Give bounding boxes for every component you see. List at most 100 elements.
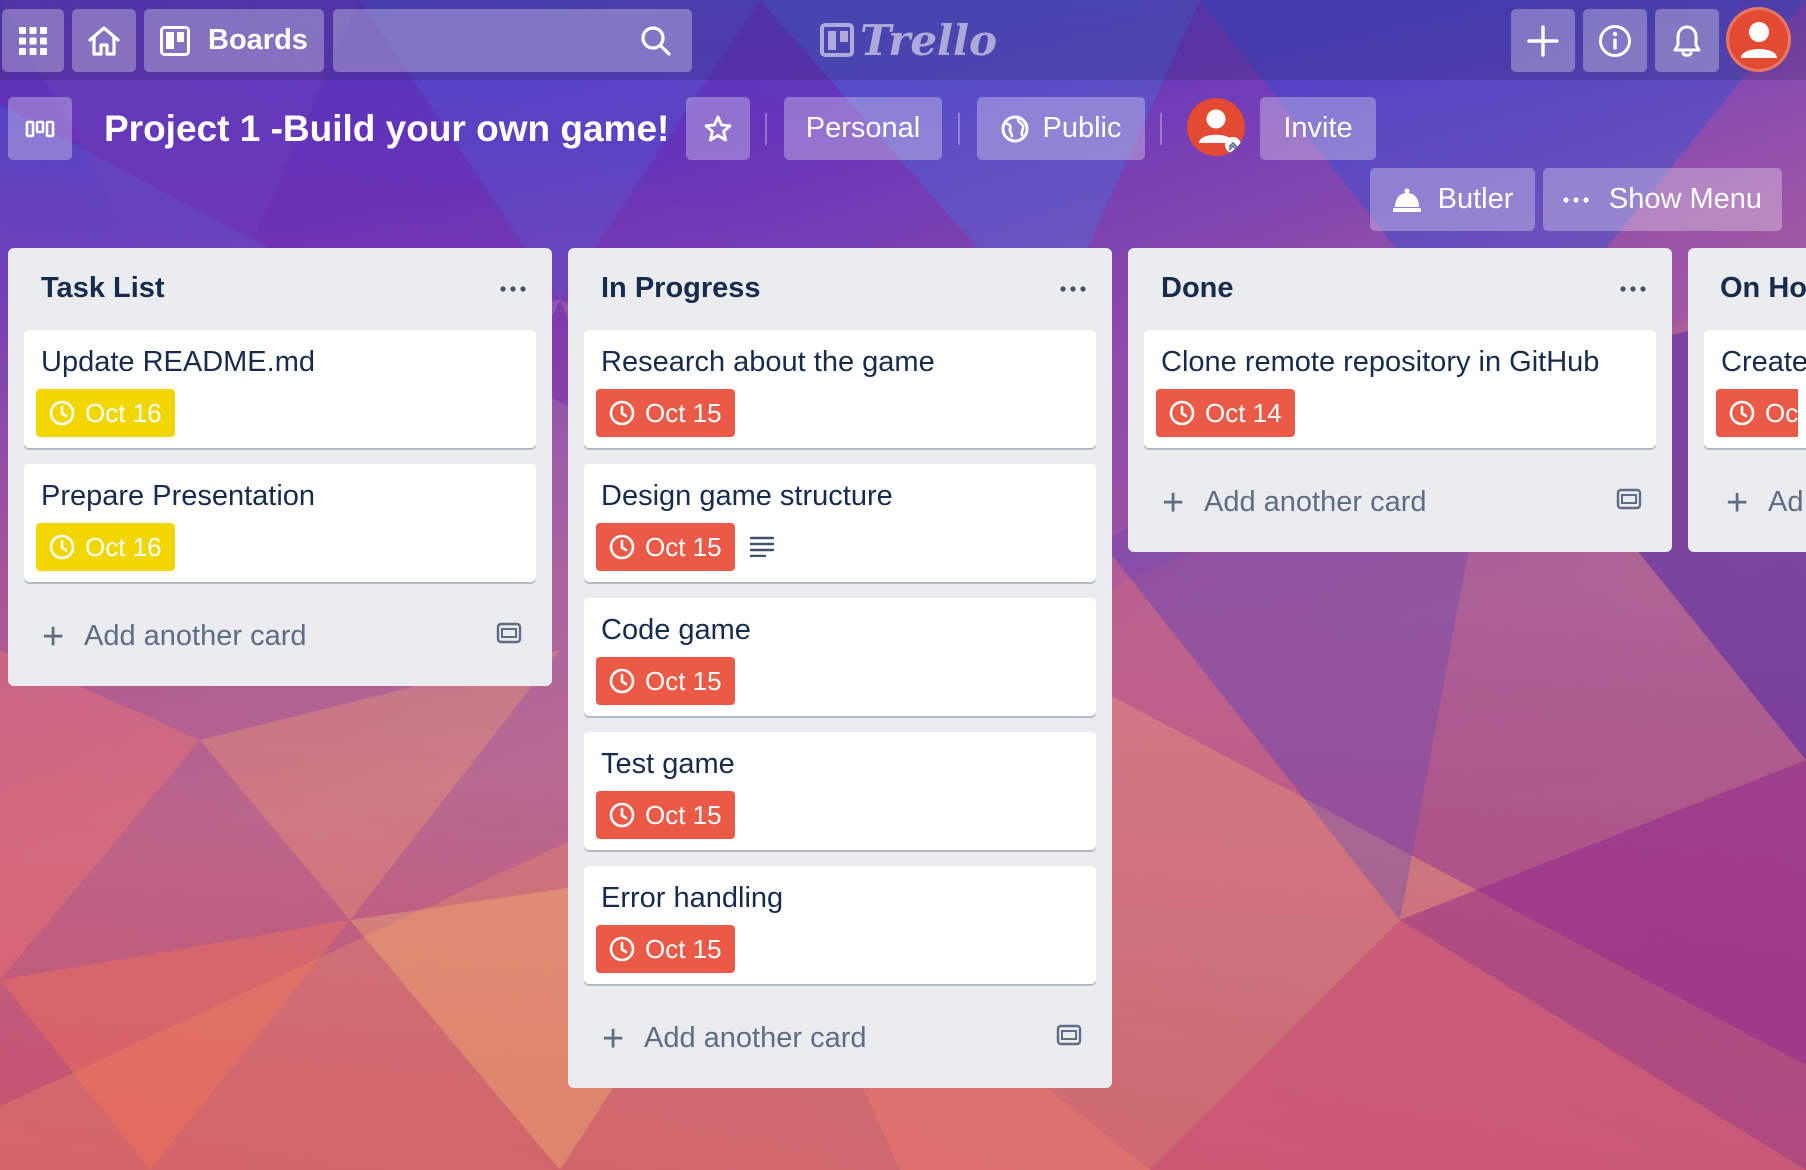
- list-title[interactable]: In Progress: [601, 272, 761, 305]
- list-header: On Ho: [1688, 248, 1806, 330]
- due-date-label: Oc: [1765, 397, 1799, 428]
- due-date-badge[interactable]: Oct 15: [596, 523, 735, 571]
- clock-icon: [609, 936, 635, 962]
- due-date-label: Oct 16: [85, 531, 162, 562]
- card-title: Test game: [601, 748, 735, 780]
- list-done: Done Clone remote repository in GitHub O…: [1128, 248, 1672, 552]
- due-date-label: Oct 15: [645, 933, 722, 964]
- list-title[interactable]: On Ho: [1720, 272, 1806, 305]
- due-date-badge[interactable]: Oct 16: [36, 389, 175, 437]
- clock-icon: [609, 400, 635, 426]
- info-button[interactable]: [1583, 9, 1647, 72]
- card[interactable]: Update README.md Oct 16: [24, 330, 536, 448]
- globe-icon: [1001, 115, 1028, 142]
- due-date-badge[interactable]: Oc: [1716, 389, 1799, 437]
- notifications-button[interactable]: [1655, 9, 1719, 72]
- user-avatar-icon: [1199, 109, 1241, 153]
- card[interactable]: Clone remote repository in GitHub Oct 14: [1144, 330, 1656, 448]
- plus-icon: +: [1726, 482, 1749, 524]
- add-card-label: Add another card: [84, 620, 307, 652]
- plus-icon: +: [42, 616, 65, 658]
- star-board-button[interactable]: [686, 97, 750, 160]
- search-input[interactable]: [333, 9, 692, 72]
- due-date-badge[interactable]: Oct 14: [1156, 389, 1295, 437]
- board-view-switcher-button[interactable]: [8, 97, 72, 160]
- card-title: Code game: [601, 614, 751, 646]
- add-card-label: Add another card: [1204, 486, 1427, 518]
- add-card-button[interactable]: + Add another card: [8, 598, 552, 686]
- more-icon: [500, 286, 526, 292]
- due-date-label: Oct 15: [645, 665, 722, 696]
- boards-button[interactable]: Boards: [144, 9, 324, 72]
- apps-switcher-button[interactable]: [2, 9, 64, 72]
- top-navigation-bar: Boards Trello: [0, 0, 1806, 80]
- butler-button[interactable]: Butler: [1370, 168, 1535, 231]
- card[interactable]: Prepare Presentation Oct 16: [24, 464, 536, 582]
- clock-icon: [1169, 400, 1195, 426]
- due-date-label: Oct 15: [645, 799, 722, 830]
- trello-logo-mark: [820, 23, 854, 57]
- list-actions-button[interactable]: [1060, 266, 1086, 300]
- list-actions-button[interactable]: [1620, 266, 1646, 300]
- plus-icon: +: [602, 1018, 625, 1060]
- home-button[interactable]: [72, 9, 136, 72]
- due-date-badge[interactable]: Oct 15: [596, 389, 735, 437]
- info-icon: [1599, 24, 1631, 57]
- header-divider: [958, 113, 960, 145]
- grid-icon: [19, 26, 47, 55]
- trello-logo[interactable]: Trello: [820, 15, 997, 65]
- clock-icon: [49, 400, 75, 426]
- bell-icon: [1673, 25, 1701, 57]
- board-title[interactable]: Project 1 -Build your own game!: [104, 104, 669, 154]
- create-button[interactable]: [1511, 9, 1575, 72]
- card[interactable]: Research about the game Oct 15: [584, 330, 1096, 448]
- list-header: Done: [1128, 248, 1672, 330]
- card[interactable]: Test game Oct 15: [584, 732, 1096, 850]
- card-title: Research about the game: [601, 346, 935, 378]
- list-actions-button[interactable]: [500, 266, 526, 300]
- show-menu-label: Show Menu: [1608, 183, 1763, 215]
- add-card-label: Add another card: [644, 1022, 867, 1054]
- card-template-icon[interactable]: [496, 622, 522, 646]
- card[interactable]: Error handling Oct 15: [584, 866, 1096, 984]
- invite-button[interactable]: Invite: [1260, 97, 1376, 160]
- card[interactable]: Code game Oct 15: [584, 598, 1096, 716]
- logo-text: Trello: [860, 15, 997, 65]
- card-title: Design game structure: [601, 480, 893, 512]
- due-date-badge[interactable]: Oct 15: [596, 657, 735, 705]
- account-avatar[interactable]: [1726, 7, 1791, 72]
- due-date-badge[interactable]: Oct 16: [36, 523, 175, 571]
- due-date-label: Oct 15: [645, 531, 722, 562]
- home-icon: [88, 25, 120, 56]
- clock-icon: [609, 802, 635, 828]
- due-date-label: Oct 16: [85, 397, 162, 428]
- team-visibility-button[interactable]: Personal: [784, 97, 942, 160]
- boards-label: Boards: [208, 24, 308, 56]
- add-card-button[interactable]: + Add another card: [1128, 464, 1672, 552]
- clock-icon: [609, 534, 635, 560]
- add-card-button[interactable]: + Ad: [1688, 464, 1806, 552]
- card-template-icon[interactable]: [1616, 488, 1642, 512]
- invite-label: Invite: [1283, 112, 1353, 144]
- card[interactable]: Create Oc: [1704, 330, 1806, 448]
- card-template-icon[interactable]: [1056, 1024, 1082, 1048]
- list-title[interactable]: Done: [1161, 272, 1234, 305]
- list-header: In Progress: [568, 248, 1112, 330]
- list-in-progress: In Progress Research about the game Oct …: [568, 248, 1112, 1088]
- board-visibility-button[interactable]: Public: [977, 97, 1145, 160]
- clock-icon: [609, 668, 635, 694]
- due-date-badge[interactable]: Oct 15: [596, 791, 735, 839]
- due-date-badge[interactable]: Oct 15: [596, 925, 735, 973]
- header-divider: [1160, 113, 1162, 145]
- board-icon: [160, 25, 190, 56]
- user-avatar-icon: [1741, 22, 1777, 58]
- board-member-avatar[interactable]: [1187, 98, 1245, 156]
- description-icon: [749, 536, 775, 557]
- add-card-button[interactable]: + Add another card: [568, 1000, 1112, 1088]
- card[interactable]: Design game structure Oct 15: [584, 464, 1096, 582]
- board-view-icon: [25, 120, 55, 137]
- more-icon: [1620, 286, 1646, 292]
- list-title[interactable]: Task List: [41, 272, 165, 305]
- plus-icon: [1527, 24, 1559, 57]
- show-menu-button[interactable]: Show Menu: [1543, 168, 1782, 231]
